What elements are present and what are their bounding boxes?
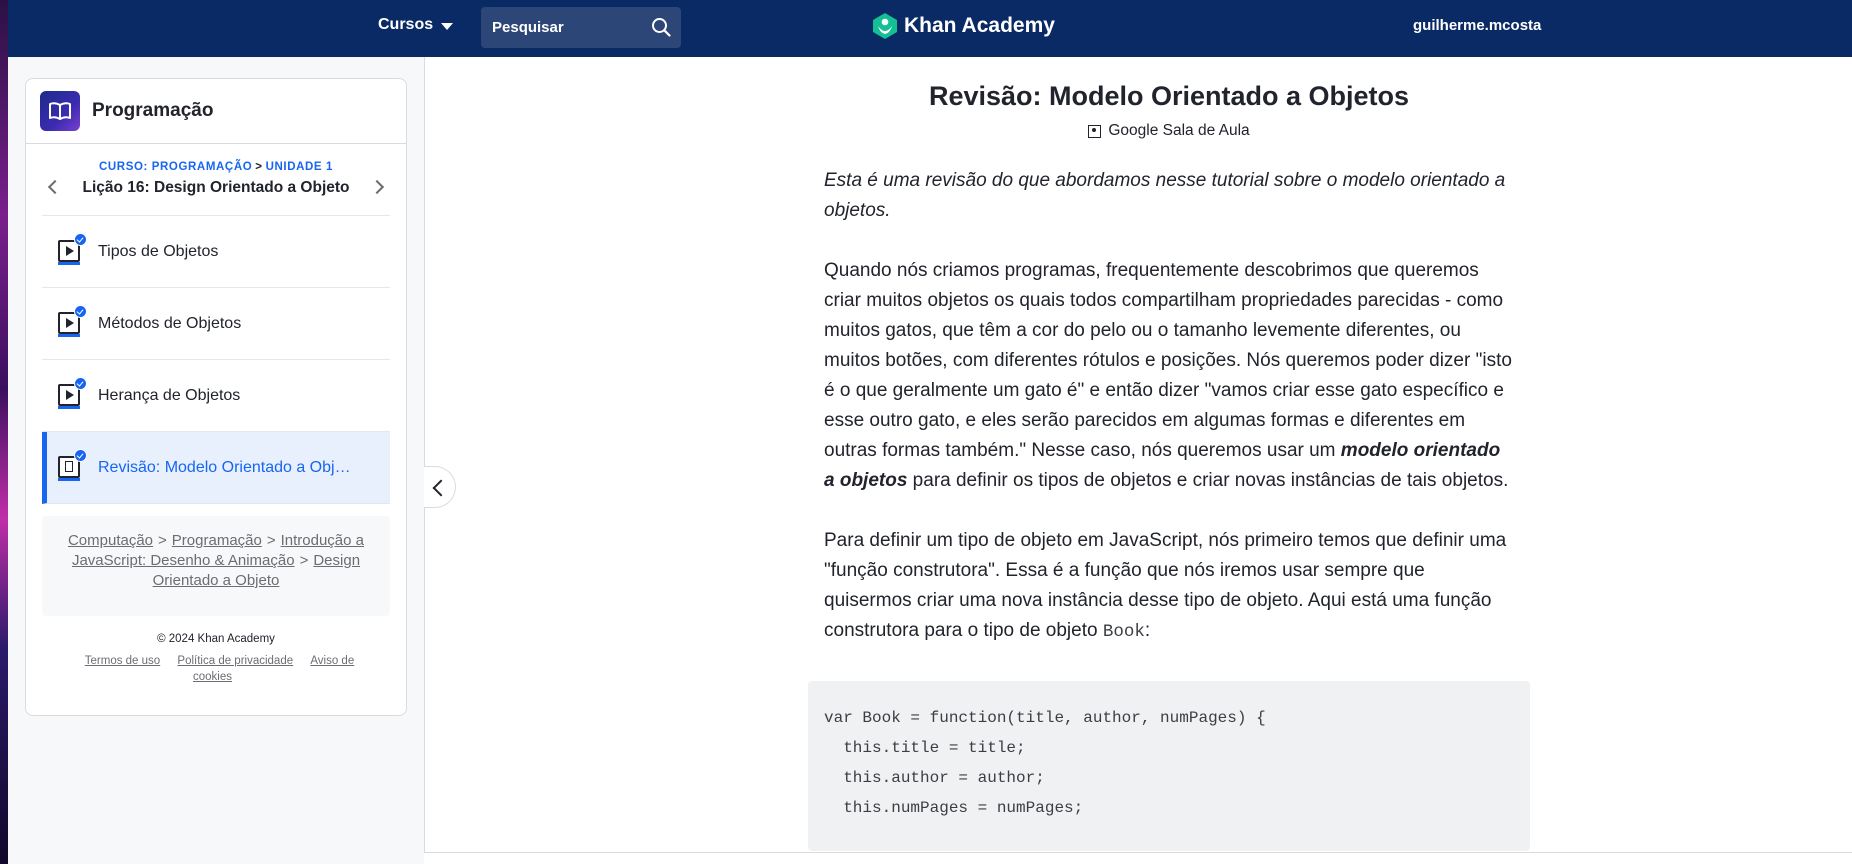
book-icon <box>40 91 80 131</box>
code-line: this.numPages = numPages; <box>824 799 1084 817</box>
course-navigation-card: Programação CURSO: PROGRAMAÇÃO > UNIDADE 1… <box>25 78 407 716</box>
code-block[interactable]: var Book = function(title, author, numPa… <box>808 681 1530 851</box>
lesson-item-revisao-modelo-orientado[interactable]: Revisão: Modelo Orientado a Objetos <box>42 432 390 504</box>
completed-check-icon <box>74 233 87 246</box>
breadcrumb-separator: > <box>299 552 309 569</box>
video-icon <box>58 305 87 337</box>
completed-check-icon <box>74 305 87 318</box>
lesson-item-heranca-de-objetos[interactable]: Herança de Objetos <box>42 360 390 432</box>
privacy-link[interactable]: Política de privacidade <box>177 655 293 667</box>
courses-menu-button[interactable]: Cursos <box>378 16 454 34</box>
khan-academy-logo[interactable]: Khan Academy <box>872 12 1055 40</box>
terms-link[interactable]: Termos de uso <box>85 655 160 667</box>
inline-code: Book <box>1102 622 1145 642</box>
video-icon <box>58 377 87 409</box>
code-line: var Book = function(title, author, numPa… <box>824 709 1266 727</box>
courses-label: Cursos <box>378 16 434 33</box>
subject-title: Programação <box>92 100 214 121</box>
copyright-text: © 2024 Khan Academy <box>157 633 275 645</box>
lesson-item-label: Revisão: Modelo Orientado a Objetos <box>98 458 358 476</box>
google-classroom-label: Google Sala de Aula <box>1108 122 1250 139</box>
lesson-title: Lição 16: Design Orientado a Objeto <box>82 179 350 196</box>
search-box <box>481 7 681 48</box>
search-icon[interactable] <box>651 17 671 37</box>
crumb-separator: > <box>255 161 263 173</box>
completed-check-icon <box>74 449 87 462</box>
desktop-background-strip <box>0 0 8 864</box>
page-title: Revisão: Modelo Orientado a Objetos <box>928 81 1410 111</box>
top-navigation-bar: Cursos Khan Academy guilherme.mcosta <box>8 0 1852 57</box>
video-icon <box>58 233 87 265</box>
course-link[interactable]: CURSO: PROGRAMAÇÃO <box>99 161 252 173</box>
horizontal-divider <box>424 852 1852 864</box>
lesson-item-label: Herança de Objetos <box>98 386 241 404</box>
lesson-navigator: CURSO: PROGRAMAÇÃO > UNIDADE 1 Lição 16: D… <box>42 144 390 216</box>
breadcrumb-link-programacao[interactable]: Programação <box>172 532 262 549</box>
user-menu-button[interactable]: guilherme.mcosta <box>1413 17 1541 34</box>
lesson-item-metodos-de-objetos[interactable]: Métodos de Objetos <box>42 288 390 360</box>
completed-check-icon <box>74 377 87 390</box>
article-intro: Esta é uma revisão do que abordamos ness… <box>824 170 1506 221</box>
code-line: this.author = author; <box>824 769 1045 787</box>
google-classroom-button[interactable]: Google Sala de Aula <box>824 122 1514 140</box>
lesson-items-list: Tipos de Objetos Métodos de Objetos Hera… <box>42 216 390 504</box>
breadcrumb-link-computacao[interactable]: Computação <box>68 532 153 549</box>
khan-academy-logo-icon <box>873 13 897 39</box>
footer-links: Termos de uso Política de privacidade Av… <box>26 653 406 685</box>
article-icon <box>58 449 87 481</box>
article-content-area[interactable]: Revisão: Modelo Orientado a Objetos Goog… <box>424 57 1852 852</box>
left-sidebar: Programação CURSO: PROGRAMAÇÃO > UNIDADE 1… <box>8 57 424 864</box>
course-unit-crumb: CURSO: PROGRAMAÇÃO > UNIDADE 1 <box>42 161 390 173</box>
caret-down-icon <box>441 22 454 30</box>
search-input[interactable] <box>492 19 642 36</box>
unit-link[interactable]: UNIDADE 1 <box>266 161 333 173</box>
breadcrumb-separator: > <box>266 532 276 549</box>
code-line: this.title = title; <box>824 739 1026 757</box>
brand-name: Khan Academy <box>904 14 1055 37</box>
breadcrumb: Computação > Programação > Introdução a Java… <box>42 516 390 616</box>
sidebar-footer: © 2024 Khan Academy Termos de uso Políti… <box>26 633 406 685</box>
lesson-item-label: Tipos de Objetos <box>98 242 219 260</box>
article-paragraph: Quando nós criamos programas, frequentem… <box>824 260 1512 491</box>
lesson-item-label: Métodos de Objetos <box>98 314 242 332</box>
article-paragraph: Para definir um tipo de objeto em JavaSc… <box>824 530 1507 642</box>
lesson-item-tipos-de-objetos[interactable]: Tipos de Objetos <box>42 216 390 288</box>
article: Revisão: Modelo Orientado a Objetos Goog… <box>808 57 1530 851</box>
breadcrumb-separator: > <box>158 532 167 549</box>
subject-header[interactable]: Programação <box>26 79 406 144</box>
google-classroom-icon <box>1088 124 1102 138</box>
